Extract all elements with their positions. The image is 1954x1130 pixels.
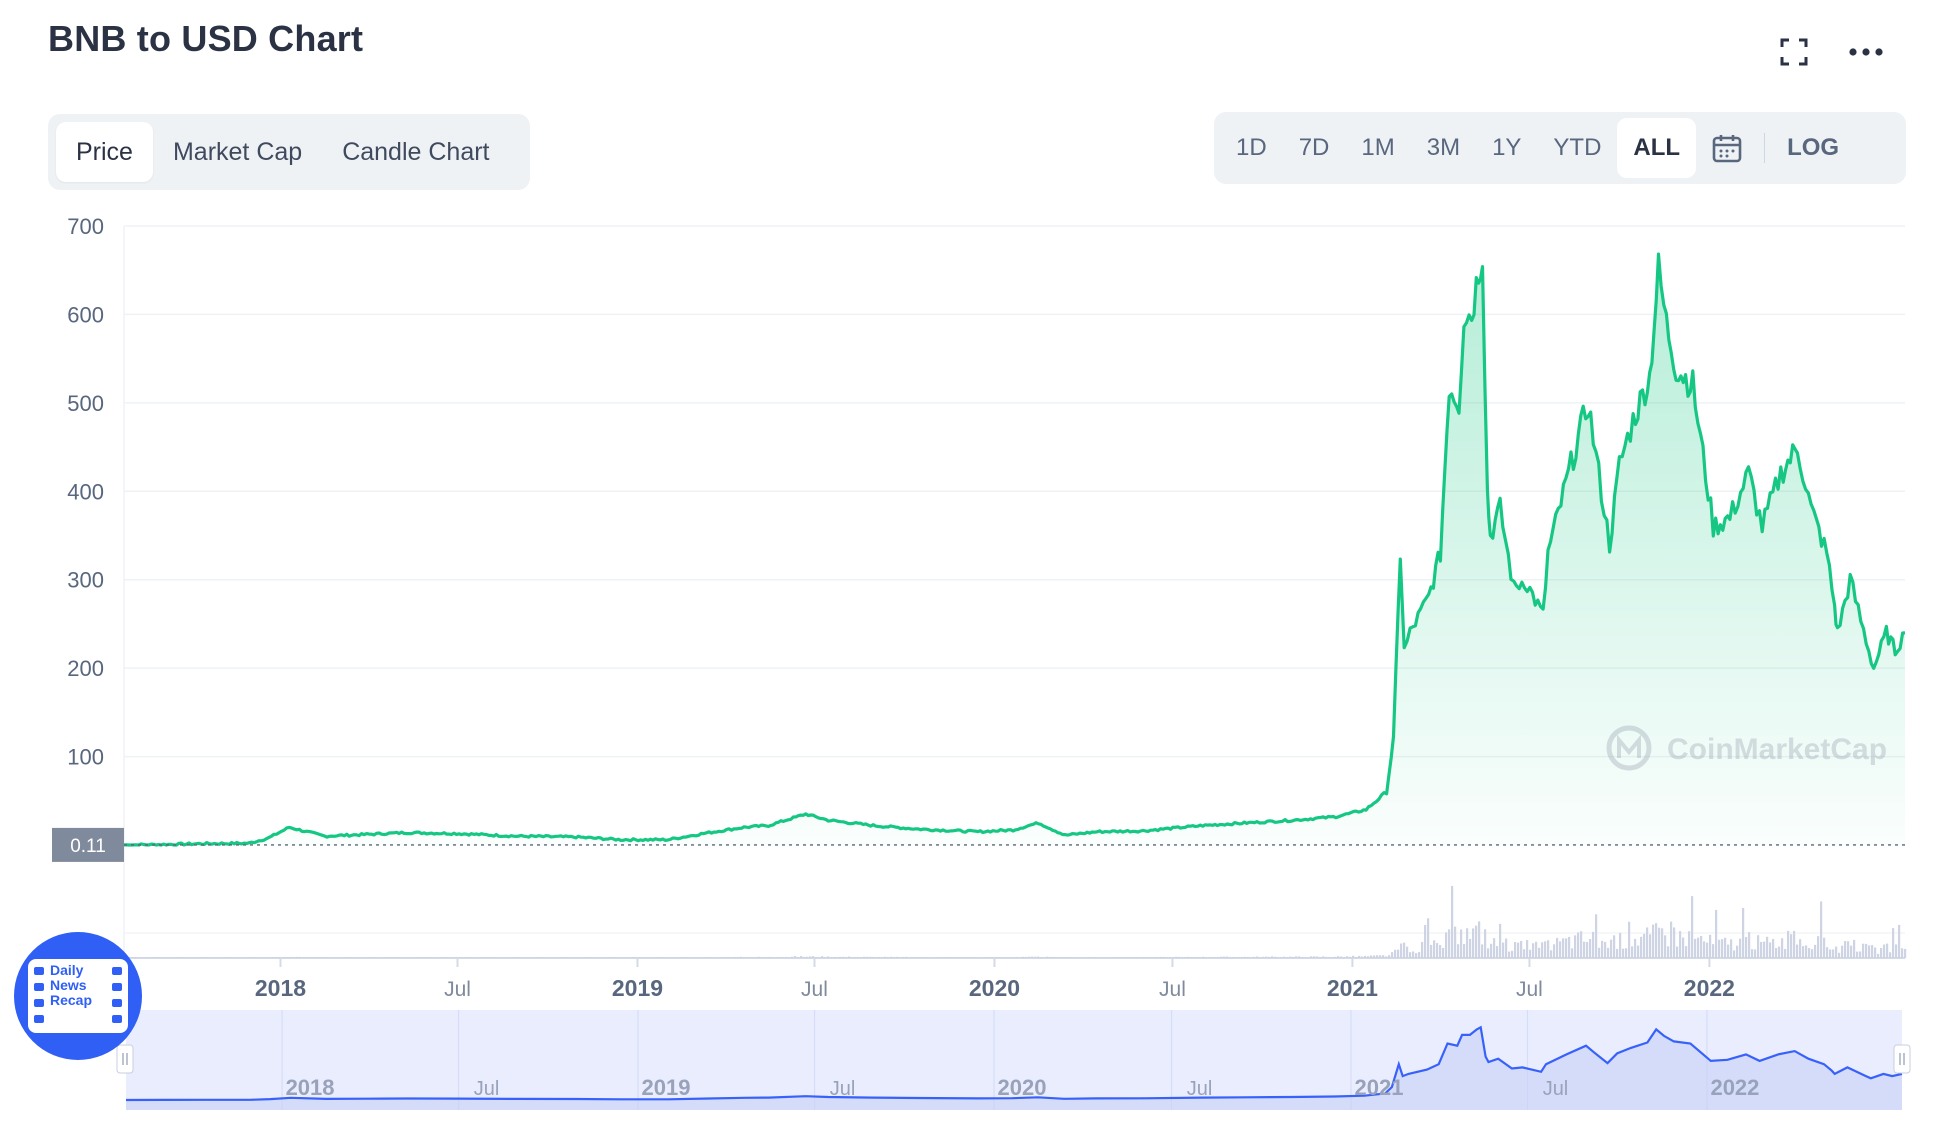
y-tick-label: 700: [67, 214, 104, 239]
x-tick-label: 2021: [1327, 975, 1378, 1001]
x-tick-label: 2018: [255, 975, 306, 1001]
y-tick-label: 300: [67, 568, 104, 593]
navigator-tick-label: 2022: [1710, 1075, 1759, 1100]
x-tick-label: 2019: [612, 975, 663, 1001]
y-tick-label: 200: [67, 656, 104, 681]
navigator-tick-label: 2021: [1354, 1075, 1403, 1100]
y-tick-label: 400: [67, 479, 104, 504]
navigator-tick-label: Jul: [474, 1078, 500, 1100]
x-tick-label: Jul: [1516, 978, 1543, 1001]
navigator-handle-right[interactable]: [1893, 1044, 1911, 1074]
current-price-label: 0.11: [70, 836, 106, 857]
navigator-handle-left[interactable]: [116, 1044, 134, 1074]
x-tick-label: Jul: [801, 978, 828, 1001]
watermark-text: CoinMarketCap: [1667, 733, 1887, 766]
navigator-tick-label: 2019: [642, 1075, 691, 1100]
navigator-tick-label: 2018: [286, 1075, 335, 1100]
x-tick-label: 2020: [969, 975, 1020, 1001]
news-icon: Daily News Recap: [28, 959, 128, 1033]
navigator-tick-label: Jul: [1543, 1078, 1569, 1100]
navigator-tick-label: Jul: [830, 1078, 856, 1100]
x-tick-label: Jul: [444, 978, 471, 1001]
price-chart: 100 200 300 400 500 600 700 0.11 2018 Jul 2019 Ju…: [52, 214, 1911, 1110]
range-navigator[interactable]: 2018 Jul 2019 Jul 2020 Jul 2021 Jul 2022: [116, 1010, 1911, 1110]
navigator-tick-label: Jul: [1187, 1078, 1213, 1100]
x-tick-label: Jul: [1159, 978, 1186, 1001]
y-tick-label: 600: [67, 302, 104, 327]
current-price-tag: 0.11: [52, 827, 124, 862]
badge-label: Daily News Recap: [50, 962, 93, 1008]
navigator-tick-label: 2020: [998, 1075, 1047, 1100]
y-tick-label: 500: [67, 391, 104, 416]
y-tick-label: 100: [67, 745, 104, 770]
daily-news-recap-badge[interactable]: Daily News Recap: [14, 932, 142, 1060]
x-tick-label: 2022: [1684, 975, 1735, 1001]
